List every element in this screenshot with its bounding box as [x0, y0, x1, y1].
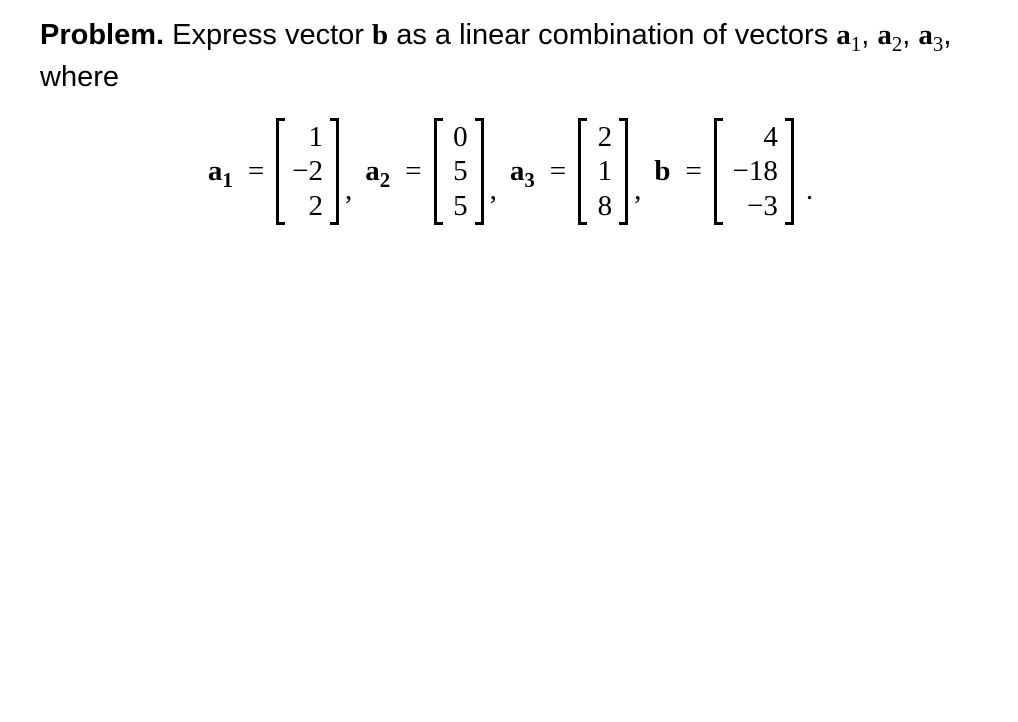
- vector-b-symbol: b: [372, 19, 388, 51]
- period: .: [800, 174, 813, 207]
- trailing-comma: ,: [943, 19, 951, 51]
- equals-1: =: [242, 155, 270, 188]
- a3-r3: 8: [594, 189, 612, 223]
- problem-statement: Problem. Express vector b as a linear co…: [40, 14, 978, 98]
- a2-r1: 0: [450, 120, 468, 154]
- a3-label: a3: [507, 155, 538, 188]
- b-r1: 4: [730, 120, 778, 154]
- left-bracket-icon: [714, 118, 726, 225]
- equation-row: a1 = 1 −2 2 , a2 = 0 5 5 , a3 =: [40, 118, 978, 225]
- comma-2: ,: [490, 174, 501, 207]
- equals-3: =: [544, 155, 572, 188]
- equals-4: =: [680, 155, 708, 188]
- matrix-a3: 2 1 8: [578, 118, 628, 225]
- sub-1: 1: [851, 32, 861, 56]
- left-bracket-icon: [434, 118, 446, 225]
- a1-r3: 2: [305, 189, 323, 223]
- sub-3: 3: [933, 32, 943, 56]
- b-label: b: [651, 155, 673, 188]
- comma-1: ,: [345, 174, 356, 207]
- where-text: where: [40, 61, 119, 93]
- column-b: 4 −18 −3: [726, 118, 782, 225]
- page: Problem. Express vector b as a linear co…: [0, 0, 1018, 225]
- problem-heading: Problem.: [40, 19, 164, 51]
- list-comma-1: ,: [861, 19, 869, 51]
- matrix-a1: 1 −2 2: [276, 118, 339, 225]
- column-a1: 1 −2 2: [288, 118, 327, 225]
- right-bracket-icon: [327, 118, 339, 225]
- right-bracket-icon: [616, 118, 628, 225]
- vector-a3-symbol: a: [918, 19, 933, 51]
- sub-2: 2: [892, 32, 902, 56]
- column-a2: 0 5 5: [446, 118, 472, 225]
- a2-label: a2: [362, 155, 393, 188]
- matrix-a2: 0 5 5: [434, 118, 484, 225]
- left-bracket-icon: [276, 118, 288, 225]
- vector-a1-symbol: a: [836, 19, 851, 51]
- list-comma-2: ,: [902, 19, 910, 51]
- a3-r2: 1: [594, 154, 612, 188]
- a2-r3: 5: [450, 189, 468, 223]
- b-r3: −3: [730, 189, 778, 223]
- column-a3: 2 1 8: [590, 118, 616, 225]
- matrix-b: 4 −18 −3: [714, 118, 794, 225]
- a1-r2: −2: [292, 154, 323, 188]
- right-bracket-icon: [782, 118, 794, 225]
- left-bracket-icon: [578, 118, 590, 225]
- problem-text-mid: as a linear combination of vectors: [396, 19, 828, 51]
- equals-2: =: [399, 155, 427, 188]
- vector-a2-symbol: a: [877, 19, 892, 51]
- a3-r1: 2: [594, 120, 612, 154]
- a1-label: a1: [205, 155, 236, 188]
- b-r2: −18: [730, 154, 778, 188]
- a2-r2: 5: [450, 154, 468, 188]
- a1-r1: 1: [305, 120, 323, 154]
- problem-text-pre: Express vector: [172, 19, 364, 51]
- right-bracket-icon: [472, 118, 484, 225]
- comma-3: ,: [634, 174, 645, 207]
